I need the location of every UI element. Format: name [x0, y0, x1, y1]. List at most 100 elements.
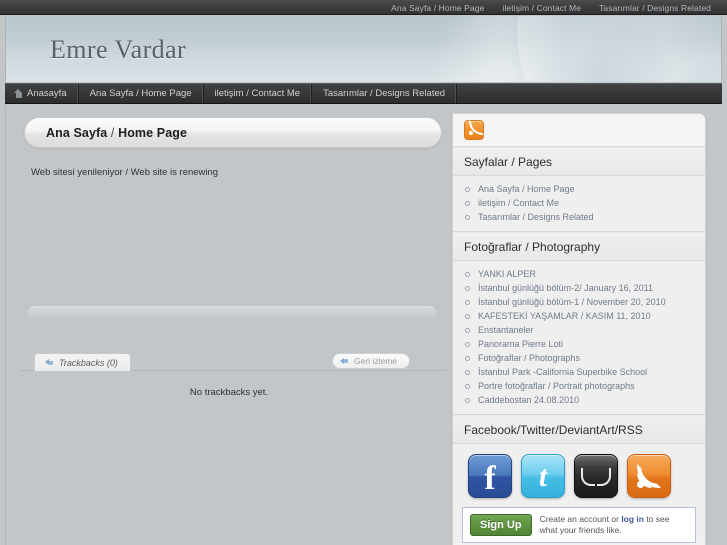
bullet-icon — [465, 186, 470, 192]
back-trackback-label: Geri izleme — [354, 356, 397, 366]
banner-decoration-1 — [469, 16, 721, 82]
list-item[interactable]: Portre fotoğraflar / Portrait photograph… — [453, 379, 705, 393]
sidebar-item-label: iletişim / Contact Me — [478, 198, 560, 208]
sidebar-item-label: Fotoğraflar / Photographs — [478, 353, 581, 363]
banner-decoration-2 — [430, 16, 721, 82]
nav-item-label: iletişim / Contact Me — [214, 88, 301, 99]
page-root: Ana Sayfa / Home Page iletişim / Contact… — [0, 0, 727, 545]
rss-feed-icon[interactable] — [627, 454, 671, 498]
bullet-icon — [465, 397, 470, 403]
sidebar-item-label: Ana Sayfa / Home Page — [478, 184, 575, 194]
post-footer-bar — [28, 306, 436, 320]
sidebar-item-label: Tasarımlar / Designs Related — [478, 212, 594, 222]
sidebar-item-label: Panorama Pierre Loti — [478, 339, 564, 349]
promo-prefix: Create an account or — [539, 514, 622, 524]
nav-item-label: Ana Sayfa / Home Page — [89, 88, 192, 99]
nav-item-contact[interactable]: iletişim / Contact Me — [204, 84, 313, 103]
rss-icon[interactable] — [464, 120, 484, 140]
list-item[interactable]: İstanbul günlüğü bölüm-1 / November 20, … — [453, 295, 705, 309]
sidebar-item-contact[interactable]: iletişim / Contact Me — [453, 196, 705, 210]
twitter-icon[interactable]: t — [521, 454, 565, 498]
trackbacks-tab-row: Trackbacks (0) Geri izleme — [20, 353, 446, 371]
sidebar-item-label: Enstantaneler — [478, 325, 534, 335]
list-item[interactable]: Panorama Pierre Loti — [453, 337, 705, 351]
bullet-icon — [465, 285, 470, 291]
bullet-icon — [465, 200, 470, 206]
back-trackback-button[interactable]: Geri izleme — [332, 353, 410, 369]
signup-promo-text: Create an account or log in to see what … — [540, 514, 688, 536]
bullet-icon — [465, 383, 470, 389]
sidebar-heading-photography: Fotoğraflar / Photography — [453, 232, 705, 261]
list-item[interactable]: İstanbul Park -California Superbike Scho… — [453, 365, 705, 379]
bullet-icon — [465, 299, 470, 305]
topbar-link-home[interactable]: Ana Sayfa / Home Page — [391, 3, 484, 13]
site-title: Emre Vardar — [50, 35, 187, 64]
facebook-signup-box: Sign Up Create an account or log in to s… — [462, 507, 696, 543]
sidebar-column: Sayfalar / Pages Ana Sayfa / Home Page i… — [451, 105, 722, 545]
deviantart-glyph — [581, 466, 611, 486]
list-item[interactable]: YANKI ALPER — [453, 267, 705, 281]
sidebar-item-home-page[interactable]: Ana Sayfa / Home Page — [453, 182, 705, 196]
banner-decoration-3 — [385, 16, 607, 82]
sidebar-heading-pages: Sayfalar / Pages — [453, 147, 705, 176]
sidebar-item-label: Caddebostan 24.08.2010 — [478, 395, 580, 405]
tab-trackbacks[interactable]: Trackbacks (0) — [34, 353, 131, 371]
sidebar-item-label: İstanbul günlüğü bölüm-1 / November 20, … — [478, 297, 666, 307]
nav-item-anasayfa[interactable]: Anasayfa — [5, 84, 79, 103]
facebook-icon[interactable]: f — [468, 454, 512, 498]
main-column: Ana Sayfa / Home Page Web sitesi yenilen… — [5, 105, 451, 545]
page-title: Ana Sayfa / Home Page — [25, 126, 187, 140]
bullet-icon — [465, 355, 470, 361]
sidebar-item-label: İstanbul Park -California Superbike Scho… — [478, 367, 648, 377]
bullet-icon — [465, 327, 470, 333]
topbar-link-designs[interactable]: Tasarımlar / Designs Related — [599, 3, 711, 13]
sidebar-item-label: İstanbul günlüğü bölüm-2/ January 16, 20… — [478, 283, 653, 293]
twitter-glyph: t — [538, 460, 548, 493]
page-title-rest: Home Page — [118, 125, 188, 140]
arrow-left-icon — [45, 358, 54, 367]
rss-dot — [637, 481, 644, 488]
nav-item-label: Tasarımlar / Designs Related — [323, 88, 446, 99]
nav-item-home-page[interactable]: Ana Sayfa / Home Page — [79, 84, 204, 103]
bullet-icon — [465, 341, 470, 347]
bullet-icon — [465, 214, 470, 220]
list-item[interactable]: İstanbul günlüğü bölüm-2/ January 16, 20… — [453, 281, 705, 295]
sidebar-item-label: KAFESTEKİ YAŞAMLAR / KASIM 11, 2010 — [478, 311, 651, 321]
list-item[interactable]: KAFESTEKİ YAŞAMLAR / KASIM 11, 2010 — [453, 309, 705, 323]
main-navigation: Anasayfa Ana Sayfa / Home Page iletişim … — [5, 83, 722, 104]
social-icon-row: f t — [453, 444, 705, 507]
post-body-text: Web sitesi yenileniyor / Web site is ren… — [31, 167, 219, 178]
content-area: Ana Sayfa / Home Page Web sitesi yenilen… — [5, 105, 722, 545]
list-item[interactable]: Caddebostan 24.08.2010 — [453, 393, 705, 407]
post-title-bar: Ana Sayfa / Home Page — [24, 117, 442, 148]
sidebar-rss-block — [453, 114, 705, 147]
sidebar-item-designs[interactable]: Tasarımlar / Designs Related — [453, 210, 705, 224]
banner-decoration-4 — [554, 16, 721, 82]
list-item[interactable]: Fotoğraflar / Photographs — [453, 351, 705, 365]
site-banner: Emre Vardar — [5, 16, 722, 82]
sidebar-heading-social: Facebook/Twitter/DeviantArt/RSS — [453, 415, 705, 444]
bullet-icon — [465, 271, 470, 277]
page-title-main: Ana Sayfa — [46, 125, 108, 140]
log-in-link[interactable]: log in — [621, 514, 644, 524]
sidebar-list-photography: YANKI ALPER İstanbul günlüğü bölüm-2/ Ja… — [453, 261, 705, 415]
rss-glyph — [636, 463, 662, 489]
nav-item-designs[interactable]: Tasarımlar / Designs Related — [312, 84, 458, 103]
sidebar-social-block: f t Sign Up Create an account or log in … — [453, 444, 705, 543]
sidebar-item-label: Portre fotoğraflar / Portrait photograph… — [478, 381, 635, 391]
facebook-glyph: f — [484, 460, 496, 497]
tab-trackbacks-label: Trackbacks (0) — [59, 357, 118, 368]
arrow-left-icon — [340, 357, 349, 366]
home-icon — [14, 89, 23, 98]
top-utility-bar: Ana Sayfa / Home Page iletişim / Contact… — [0, 0, 727, 15]
list-item[interactable]: Enstantaneler — [453, 323, 705, 337]
sidebar-list-pages: Ana Sayfa / Home Page iletişim / Contact… — [453, 176, 705, 232]
deviantart-icon[interactable] — [574, 454, 618, 498]
sidebar-item-label: YANKI ALPER — [478, 269, 536, 279]
topbar-link-contact[interactable]: iletişim / Contact Me — [502, 3, 581, 13]
bullet-icon — [465, 369, 470, 375]
sign-up-button[interactable]: Sign Up — [470, 514, 532, 536]
page-title-separator: / — [107, 125, 119, 140]
no-trackbacks-message: No trackbacks yet. — [189, 387, 269, 398]
nav-item-label: Anasayfa — [27, 88, 67, 99]
